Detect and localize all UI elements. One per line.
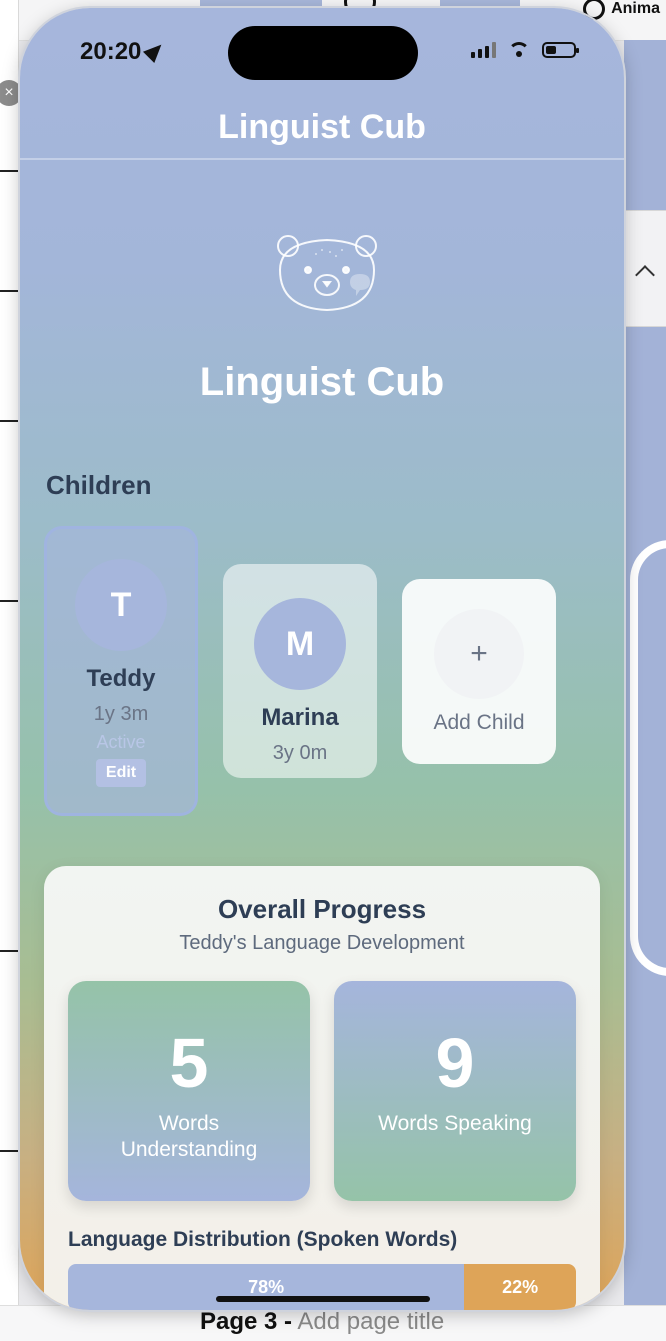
dynamic-island bbox=[228, 26, 418, 80]
plus-icon: + bbox=[434, 609, 524, 699]
children-section-title: Children bbox=[46, 470, 152, 500]
nav-title: Linguist Cub bbox=[218, 108, 426, 146]
hero-title: Linguist Cub bbox=[199, 360, 445, 404]
phone-screen: 20:20 Linguist Cub Linguist Cub Children… bbox=[20, 8, 624, 1310]
battery-icon bbox=[542, 42, 579, 58]
background-line bbox=[0, 600, 18, 602]
background-shape bbox=[630, 540, 666, 976]
stat-value: 5 bbox=[169, 1024, 209, 1102]
add-child-label: Add Child bbox=[433, 711, 525, 734]
location-arrow-icon bbox=[143, 38, 168, 64]
cellular-signal-icon bbox=[471, 42, 496, 58]
background-line bbox=[0, 420, 18, 422]
home-indicator[interactable] bbox=[216, 1296, 430, 1302]
stat-label: Words Understanding bbox=[120, 1112, 258, 1161]
stat-value: 9 bbox=[435, 1024, 475, 1102]
child-age: 3y 0m bbox=[272, 742, 328, 764]
child-card-marina[interactable]: M Marina 3y 0m bbox=[223, 564, 377, 778]
stat-label: Words Speaking bbox=[378, 1112, 532, 1135]
edit-child-button[interactable]: Edit bbox=[95, 759, 147, 787]
background-line bbox=[0, 170, 18, 172]
wifi-icon bbox=[508, 42, 530, 58]
words-understanding-stat[interactable]: 5 Words Understanding bbox=[68, 981, 310, 1201]
status-time: 20:20 bbox=[80, 38, 168, 66]
progress-title: Overall Progress bbox=[217, 894, 427, 924]
active-badge: Active bbox=[96, 732, 146, 752]
child-name: Marina bbox=[261, 704, 339, 731]
bear-face-icon bbox=[277, 235, 377, 312]
background-left-strip bbox=[0, 0, 19, 1340]
background-right-panel bbox=[624, 40, 666, 1310]
background-line bbox=[0, 950, 18, 952]
distribution-segment-primary: 78% bbox=[68, 1264, 465, 1310]
child-age: 1y 3m bbox=[93, 703, 149, 725]
distribution-segment-secondary: 22% bbox=[464, 1264, 576, 1310]
avatar: M bbox=[254, 598, 346, 690]
words-speaking-stat[interactable]: 9 Words Speaking bbox=[334, 981, 576, 1201]
progress-subtitle: Teddy's Language Development bbox=[179, 932, 465, 954]
child-name: Teddy bbox=[86, 665, 156, 692]
avatar: T bbox=[75, 559, 167, 651]
add-child-button[interactable]: + Add Child bbox=[402, 579, 556, 764]
page-title-label[interactable]: Page 3 - Add page title bbox=[200, 1308, 444, 1336]
overall-progress-card: Overall Progress Teddy's Language Develo… bbox=[44, 866, 600, 1310]
status-bar: 20:20 bbox=[20, 8, 624, 100]
status-icons bbox=[471, 42, 579, 58]
language-distribution-bar: 78% 22% bbox=[68, 1264, 576, 1310]
distribution-title: Language Distribution (Spoken Words) bbox=[68, 1228, 458, 1251]
background-line bbox=[0, 1150, 18, 1152]
child-card-teddy[interactable]: T Teddy 1y 3m Active Edit bbox=[44, 526, 198, 816]
background-line bbox=[0, 290, 18, 292]
nav-divider bbox=[20, 158, 624, 160]
